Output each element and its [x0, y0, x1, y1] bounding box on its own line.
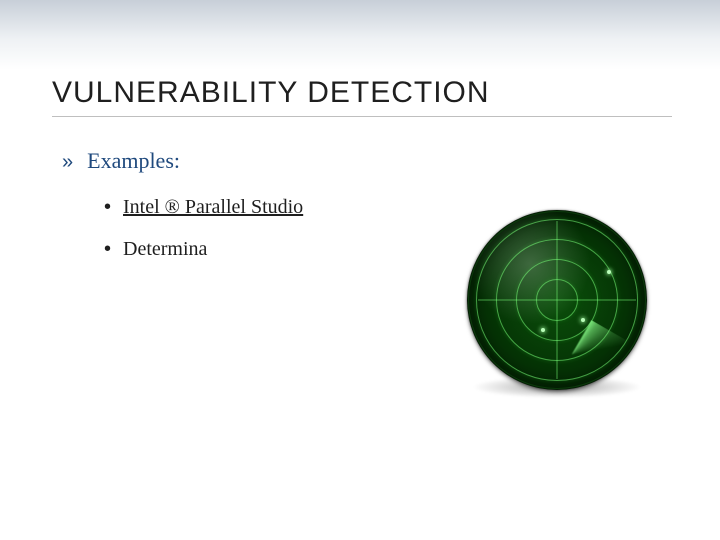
title-underline [52, 116, 672, 117]
bullet-marker-icon: • [104, 197, 111, 217]
slide-title: VULNERABILITY DETECTION [52, 76, 490, 110]
radar-image [452, 210, 662, 400]
radar-blip-icon [541, 328, 545, 332]
bullet-marker-icon: • [104, 239, 111, 259]
bullet-level1: » Examples: [62, 148, 180, 174]
bullet-text: Determina [123, 238, 207, 261]
radar-blip-icon [581, 318, 585, 322]
slide: VULNERABILITY DETECTION » Examples: • In… [0, 0, 720, 540]
bullet-level2: • Intel ® Parallel Studio [104, 196, 303, 219]
bullet-text: Examples: [87, 148, 180, 174]
bullet-marker-icon: » [62, 151, 73, 174]
radar-disc-icon [467, 210, 647, 390]
header-gradient [0, 0, 720, 70]
bullet-link[interactable]: Intel ® Parallel Studio [123, 196, 303, 219]
radar-blip-icon [607, 270, 611, 274]
bullet-level2: • Determina [104, 238, 207, 261]
